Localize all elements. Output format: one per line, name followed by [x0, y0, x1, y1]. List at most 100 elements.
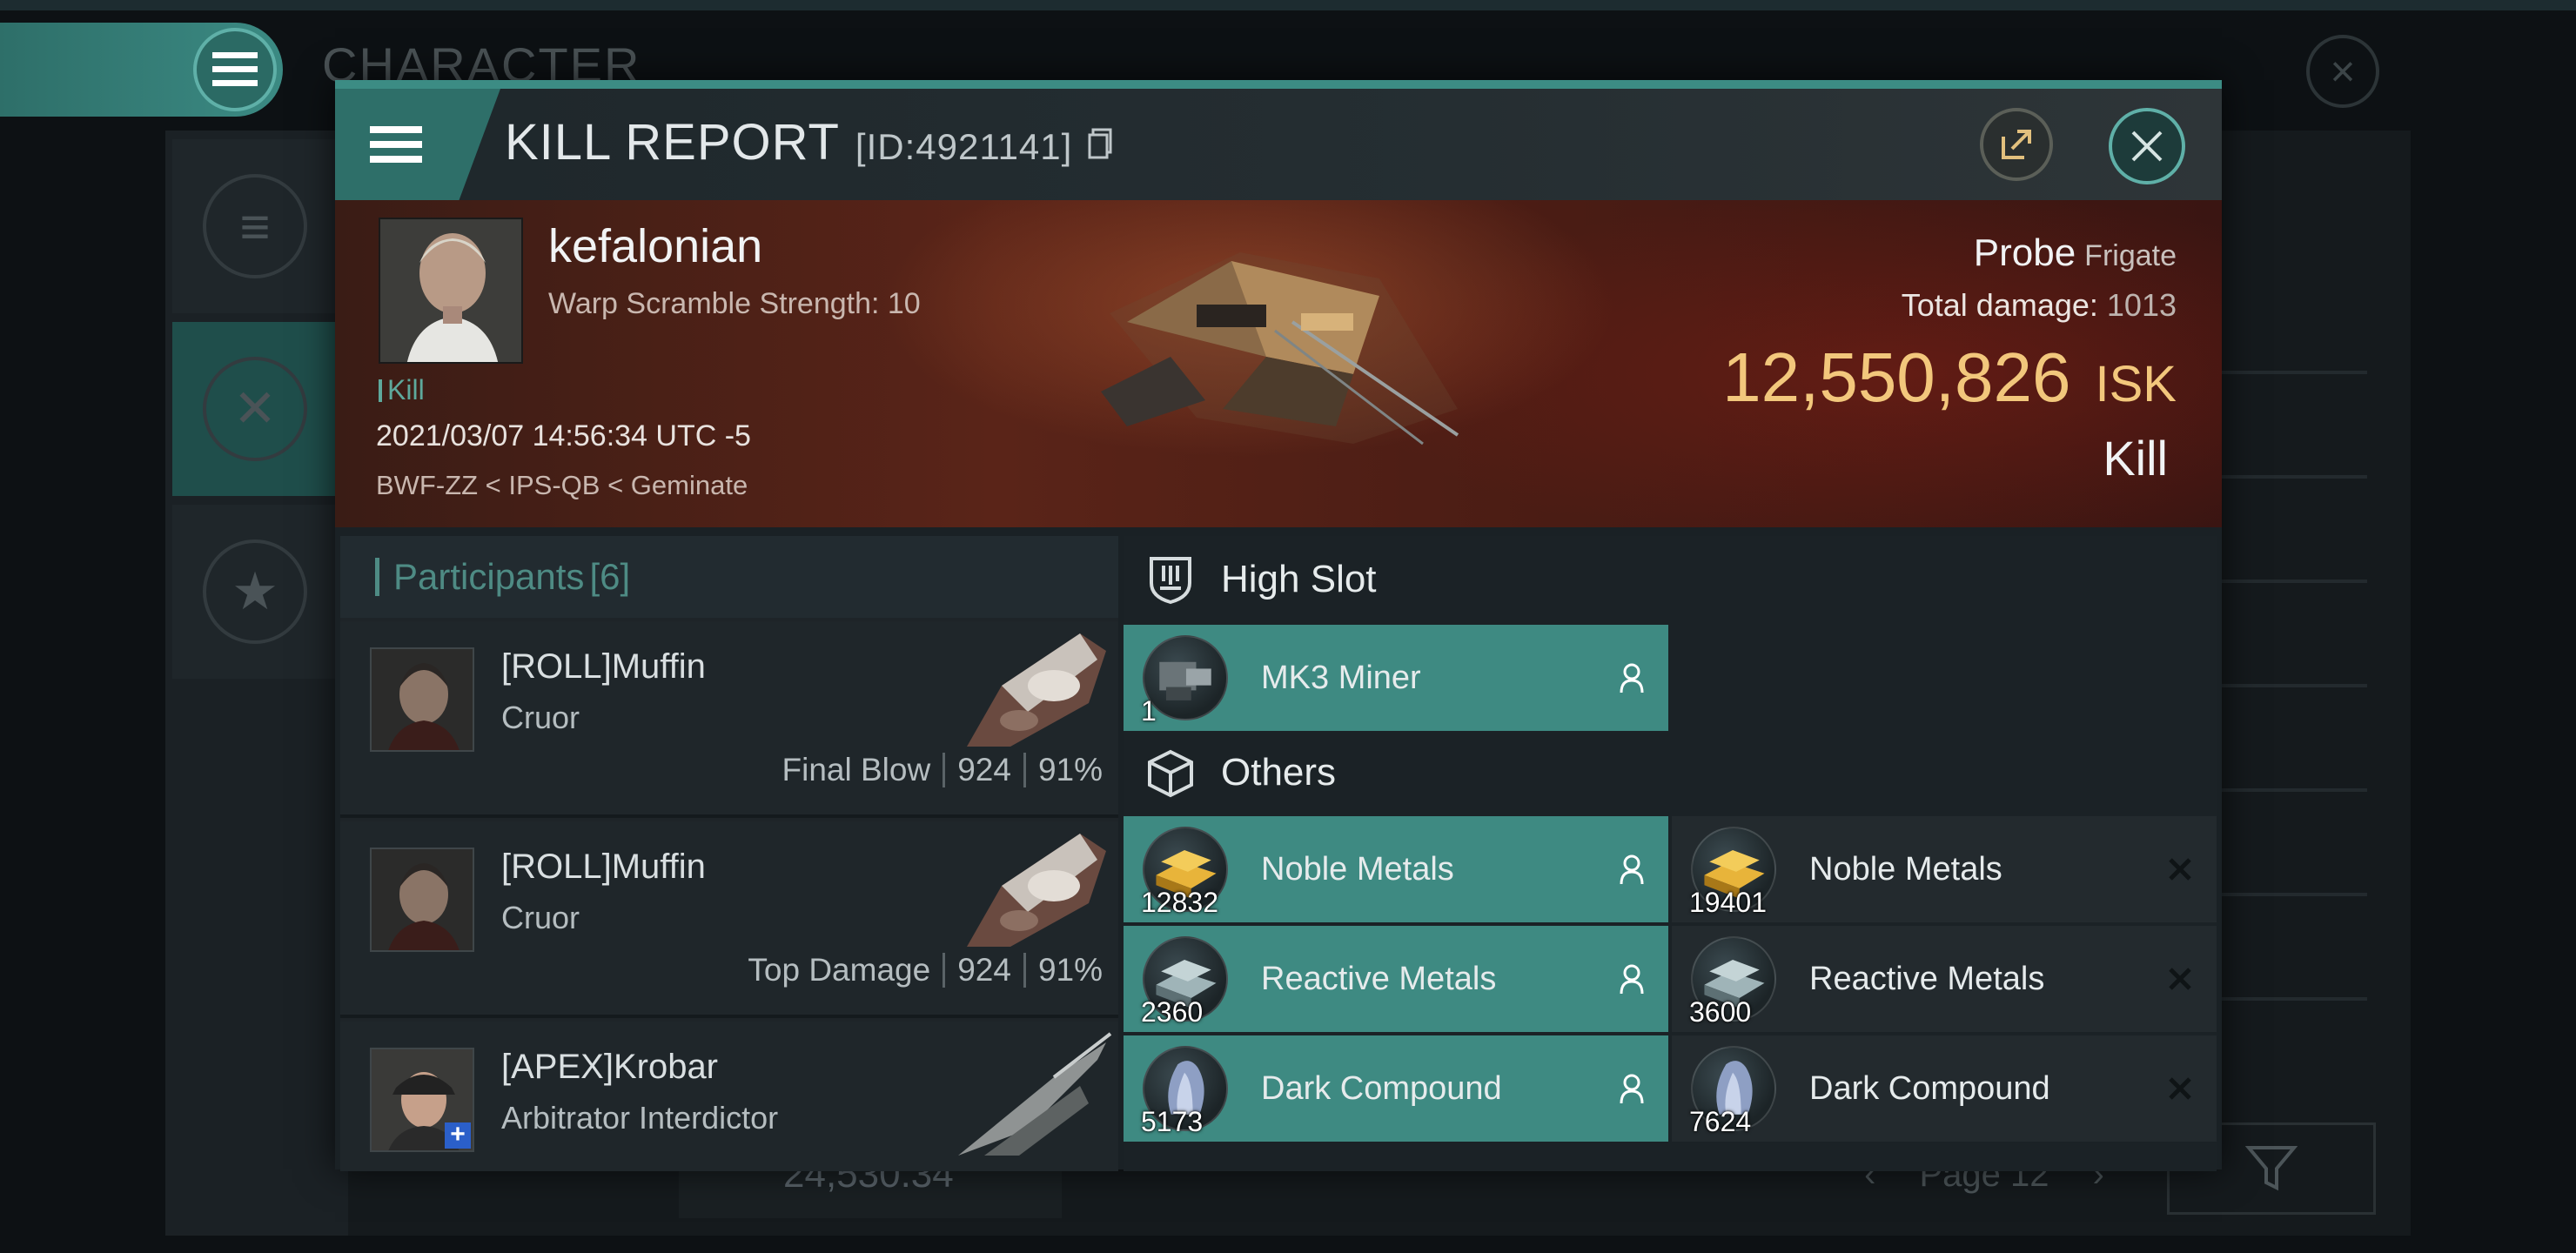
item-quantity: 19401 — [1689, 887, 1767, 918]
fitting-item[interactable]: 2360 Reactive Metals — [1124, 926, 1668, 1032]
close-icon: × — [2330, 47, 2356, 96]
participant-ship: Cruor — [501, 700, 580, 735]
item-name: MK3 Miner — [1261, 659, 1421, 696]
separator — [943, 953, 946, 988]
separator — [1023, 753, 1026, 787]
sidebar-item-combat[interactable]: ✕ — [172, 322, 338, 496]
participant-ship: Cruor — [501, 900, 580, 935]
dropped-status — [1606, 854, 1658, 884]
sidebar-item-favorites[interactable]: ★ — [172, 505, 338, 679]
high-slot-icon — [1150, 557, 1191, 605]
main-menu-button[interactable] — [193, 28, 277, 111]
fitting-item[interactable]: 7624 Dark Compound — [1672, 1035, 2217, 1142]
background-close-button[interactable]: × — [2306, 35, 2379, 108]
item-icon-container: 19401 — [1672, 816, 1802, 922]
share-icon — [2002, 130, 2031, 159]
victim-name: kefalonian — [548, 220, 763, 272]
x-icon — [2169, 858, 2191, 881]
participant-avatar[interactable] — [370, 647, 474, 752]
dropped-status — [1606, 663, 1658, 693]
participants-count: [6] — [589, 556, 631, 597]
participant-stats: Top Damage 924 91% — [748, 952, 1103, 988]
dialog-close-button[interactable] — [2109, 108, 2185, 184]
isk-amount: 12,550,826 — [1722, 338, 2071, 416]
participant-role: Top Damage — [748, 952, 931, 988]
others-label: Others — [1221, 751, 1337, 794]
participant-damage: 924 — [957, 952, 1011, 988]
share-button[interactable] — [1980, 108, 2053, 181]
person-icon — [1620, 663, 1644, 693]
hamburger-icon — [370, 126, 422, 163]
pilot-portrait-image — [372, 849, 473, 950]
dialog-menu-button[interactable] — [335, 89, 500, 200]
item-name: Dark Compound — [1809, 1069, 2050, 1107]
item-icon-container: 2360 — [1124, 926, 1254, 1032]
victim-banner: kefalonian Warp Scramble Strength: 10 Ki… — [335, 200, 2222, 527]
victim-ship-image — [1101, 252, 1459, 446]
total-damage-label: Total damage: — [1901, 287, 2098, 323]
item-name: Reactive Metals — [1261, 960, 1497, 997]
high-slot-label: High Slot — [1221, 558, 1377, 600]
fitting-item[interactable]: 12832 Noble Metals — [1124, 816, 1668, 922]
item-icon-container: 3600 — [1672, 926, 1802, 1032]
participant-row[interactable]: [ROLL]Muffin Cruor Top Damage 924 91% — [340, 821, 1118, 1018]
item-quantity: 2360 — [1141, 996, 1204, 1028]
victim-portrait[interactable] — [379, 218, 523, 364]
x-icon — [2169, 1077, 2191, 1100]
isk-value: 12,550,826 ISK — [1722, 338, 2177, 418]
participant-ship-image — [967, 633, 1106, 747]
top-bar — [0, 0, 2576, 10]
separator — [1023, 953, 1026, 988]
fitting-item[interactable]: 1 MK3 Miner — [1124, 625, 1668, 731]
separator — [943, 753, 946, 787]
participant-role: Final Blow — [782, 752, 931, 787]
participant-ship: Arbitrator Interdictor — [501, 1100, 779, 1136]
kill-tag: Kill — [379, 374, 425, 406]
person-icon — [1620, 854, 1644, 884]
participants-header[interactable]: Participants [6] — [340, 536, 1118, 618]
sidebar-item-list[interactable]: ≡ — [172, 139, 338, 313]
participant-avatar[interactable]: + — [370, 1048, 474, 1152]
high-slot-header: High Slot — [1124, 536, 2217, 623]
ship-class: Frigate — [2084, 239, 2177, 272]
fitting-item[interactable]: 5173 Dark Compound — [1124, 1035, 1668, 1142]
item-icon-container: 1 — [1124, 625, 1254, 731]
dialog-header: KILL REPORT [ID:4921141] — [335, 89, 2222, 200]
cargo-box-icon — [1148, 749, 1193, 798]
item-name: Noble Metals — [1809, 850, 2002, 888]
dropped-status — [1606, 1074, 1658, 1103]
fitting-item[interactable]: 3600 Reactive Metals — [1672, 926, 2217, 1032]
participant-avatar[interactable] — [370, 848, 474, 952]
kill-datetime: 2021/03/07 14:56:34 UTC -5 — [376, 419, 751, 452]
others-header: Others — [1124, 729, 2217, 816]
participant-stats: Final Blow 924 91% — [782, 752, 1103, 788]
ship-name: Probe — [1973, 231, 2076, 274]
kill-report-dialog: KILL REPORT [ID:4921141] kefalonian Warp… — [335, 80, 2222, 1171]
destroyed-status — [2154, 857, 2206, 881]
participant-row[interactable]: + [APEX]Krobar Arbitrator Interdictor — [340, 1022, 1118, 1171]
destroyed-status — [2154, 1076, 2206, 1101]
fitting-item[interactable]: 19401 Noble Metals — [1672, 816, 2217, 922]
destroyed-status — [2154, 967, 2206, 991]
total-damage-value: 1013 — [2106, 287, 2177, 323]
kill-location[interactable]: BWF-ZZ < IPS-QB < Geminate — [376, 470, 748, 501]
item-quantity: 7624 — [1689, 1106, 1752, 1137]
item-quantity: 3600 — [1689, 996, 1752, 1028]
plus-badge-icon: + — [445, 1122, 471, 1149]
copy-icon[interactable] — [1088, 128, 1112, 159]
item-quantity: 1 — [1141, 695, 1157, 727]
item-name: Reactive Metals — [1809, 960, 2045, 997]
total-damage: Total damage: 1013 — [1902, 287, 2177, 324]
person-icon — [1620, 964, 1644, 994]
warp-scramble-strength: Warp Scramble Strength: 10 — [548, 287, 921, 320]
close-icon — [2131, 131, 2163, 162]
participant-percent: 91% — [1037, 752, 1103, 787]
crossed-swords-icon: ✕ — [203, 357, 307, 461]
item-name: Noble Metals — [1261, 850, 1454, 888]
list-icon: ≡ — [203, 174, 307, 278]
item-name: Dark Compound — [1261, 1069, 1502, 1107]
participant-name: [ROLL]Muffin — [501, 848, 706, 886]
result-label: Kill — [2103, 431, 2168, 486]
victim-ship: Probe Frigate — [1974, 231, 2177, 275]
participant-row[interactable]: [ROLL]Muffin Cruor Final Blow 924 91% — [340, 621, 1118, 818]
